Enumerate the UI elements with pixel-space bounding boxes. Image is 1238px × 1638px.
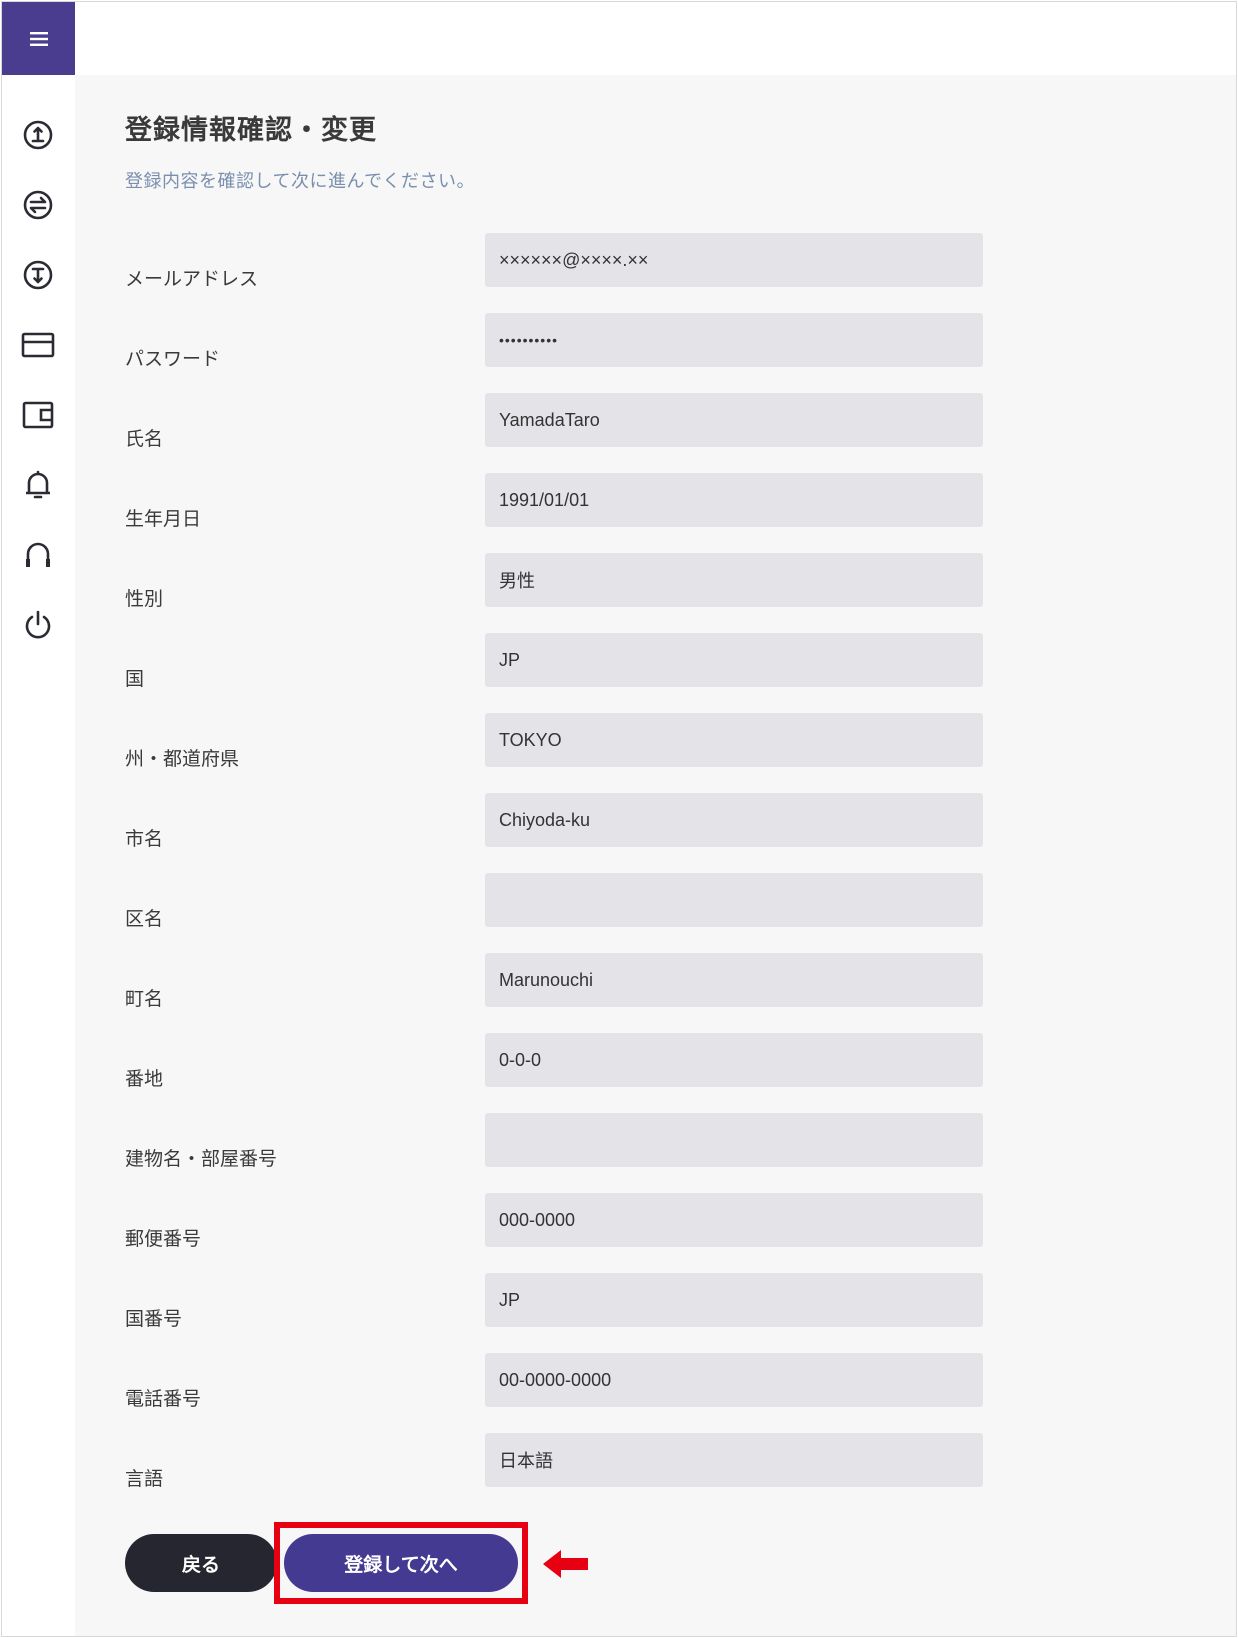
building-field[interactable] (485, 1113, 983, 1167)
sidebar-item-support[interactable] (18, 535, 58, 575)
bell-icon (26, 470, 50, 499)
prefecture-field[interactable]: TOKYO (485, 713, 983, 767)
name-field[interactable]: YamadaTaro (485, 393, 983, 447)
field-label-gender: 性別 (125, 588, 164, 610)
sidebar-item-deposit[interactable] (18, 115, 58, 155)
email-field[interactable]: ××××××@××××.×× (485, 233, 983, 287)
field-label-phone: 電話番号 (125, 1388, 202, 1410)
sidebar-item-card[interactable] (18, 325, 58, 365)
headset-icon (26, 542, 50, 567)
town-field[interactable]: Marunouchi (485, 953, 983, 1007)
birthdate-field[interactable]: 1991/01/01 (485, 473, 983, 527)
field-label-password: パスワード (125, 348, 221, 370)
field-label-postal-code: 郵便番号 (125, 1228, 202, 1250)
pointer-arrow-icon (543, 1550, 588, 1578)
card-icon (21, 332, 55, 358)
back-button[interactable]: 戻る (125, 1534, 277, 1592)
field-label-street-number: 番地 (125, 1068, 164, 1090)
sidebar-nav (2, 75, 75, 1482)
deposit-icon (23, 120, 53, 150)
hamburger-menu-button[interactable] (2, 2, 75, 75)
field-label-town: 町名 (125, 988, 164, 1010)
language-field[interactable]: 日本語 (485, 1433, 983, 1487)
field-label-email: メールアドレス (125, 268, 259, 290)
gender-field[interactable]: 男性 (485, 553, 983, 607)
field-label-birthdate: 生年月日 (125, 508, 202, 530)
field-label-city: 市名 (125, 828, 164, 850)
sidebar-item-notifications[interactable] (18, 465, 58, 505)
field-label-country-code: 国番号 (125, 1308, 183, 1330)
field-label-country: 国 (125, 668, 145, 690)
wallet-icon (22, 401, 54, 429)
phone-field[interactable]: 00-0000-0000 (485, 1353, 983, 1407)
page-title: 登録情報確認・変更 (125, 115, 377, 146)
country-code-field[interactable]: JP (485, 1273, 983, 1327)
withdraw-icon (23, 260, 53, 290)
highlight-frame (274, 1522, 528, 1604)
field-label-name: 氏名 (125, 428, 164, 450)
field-label-building: 建物名・部屋番号 (125, 1148, 278, 1170)
hamburger-menu-icon (29, 31, 48, 46)
field-label-prefecture: 州・都道府県 (125, 748, 240, 770)
city-field[interactable]: Chiyoda-ku (485, 793, 983, 847)
transfer-icon (23, 190, 53, 220)
field-label-ward: 区名 (125, 908, 164, 930)
sidebar-item-withdraw[interactable] (18, 255, 58, 295)
page-subtitle: 登録内容を確認して次に進んでください。 (125, 171, 476, 192)
street-number-field[interactable]: 0-0-0 (485, 1033, 983, 1087)
ward-field[interactable] (485, 873, 983, 927)
postal-code-field[interactable]: 000-0000 (485, 1193, 983, 1247)
sidebar-item-transfer[interactable] (18, 185, 58, 225)
password-field[interactable]: •••••••••• (485, 313, 983, 367)
sidebar-item-logout[interactable] (18, 605, 58, 645)
country-field[interactable]: JP (485, 633, 983, 687)
field-label-language: 言語 (125, 1468, 164, 1490)
sidebar-item-wallet[interactable] (18, 395, 58, 435)
power-icon (25, 610, 51, 639)
